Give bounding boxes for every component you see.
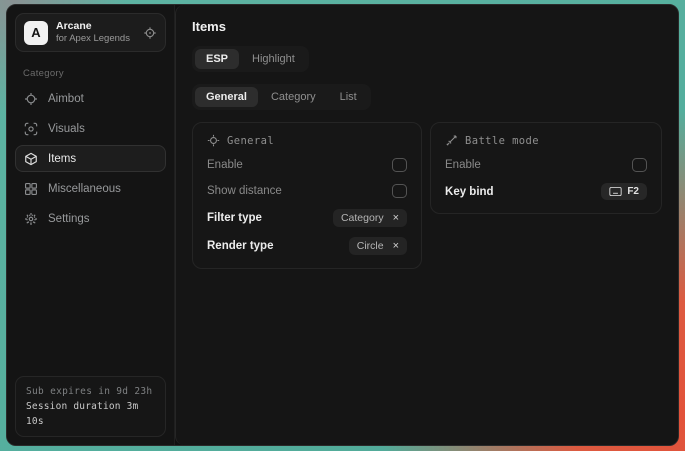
mode-tabs: ESP Highlight — [192, 46, 309, 72]
page-title: Items — [192, 19, 662, 34]
setting-label: Render type — [207, 240, 273, 252]
general-card: General Enable Show distance Filter type… — [192, 122, 422, 269]
sub-expiry-text: Sub expires in 9d 23h — [26, 384, 155, 399]
card-title: General — [227, 135, 274, 147]
general-card-header: General — [207, 134, 407, 147]
sidebar-item-aimbot[interactable]: Aimbot — [15, 85, 166, 112]
setting-row: Render type Circle × — [207, 237, 407, 255]
tab-highlight[interactable]: Highlight — [241, 49, 306, 69]
battle-enable-checkbox[interactable] — [632, 158, 647, 172]
brand-subtitle: for Apex Legends — [56, 33, 135, 45]
setting-row: Enable — [207, 157, 407, 173]
keybind-value: F2 — [627, 186, 639, 197]
app-logo: A — [24, 21, 48, 45]
sidebar-item-label: Settings — [48, 213, 90, 225]
setting-label: Enable — [207, 159, 243, 171]
cube-icon — [24, 152, 38, 166]
keyboard-icon — [609, 186, 622, 197]
app-window: A Arcane for Apex Legends Category — [6, 4, 679, 446]
card-title: Battle mode — [465, 135, 539, 147]
sidebar-item-label: Miscellaneous — [48, 183, 121, 195]
gear-icon — [24, 212, 38, 226]
sidebar-item-label: Aimbot — [48, 93, 84, 105]
setting-row: Key bind F2 — [445, 183, 647, 200]
tab-esp[interactable]: ESP — [195, 49, 239, 69]
filter-type-select[interactable]: Category × — [333, 209, 407, 227]
close-icon[interactable]: × — [393, 241, 399, 252]
cards-row: General Enable Show distance Filter type… — [192, 122, 662, 269]
tab-general[interactable]: General — [195, 87, 258, 107]
sidebar-item-miscellaneous[interactable]: Miscellaneous — [15, 175, 166, 202]
session-duration-text: Session duration 3m 10s — [26, 399, 155, 429]
sidebar-nav: Aimbot Visuals Items — [15, 85, 166, 232]
viewfinder-icon — [207, 134, 220, 147]
sidebar-item-label: Visuals — [48, 123, 85, 135]
select-value: Circle — [357, 240, 384, 252]
setting-label: Key bind — [445, 186, 494, 198]
battle-mode-card: Battle mode Enable Key bind F2 — [430, 122, 662, 214]
battle-mode-card-header: Battle mode — [445, 134, 647, 147]
sidebar: A Arcane for Apex Legends Category — [7, 5, 175, 445]
sidebar-spacer — [15, 232, 166, 376]
scan-icon — [24, 122, 38, 136]
sub-tabs: General Category List — [192, 84, 371, 110]
keybind-button[interactable]: F2 — [601, 183, 647, 200]
setting-label: Show distance — [207, 185, 282, 197]
setting-row: Enable — [445, 157, 647, 173]
crosshair-icon[interactable] — [143, 26, 157, 40]
brand-title: Arcane — [56, 20, 135, 33]
setting-label: Filter type — [207, 212, 262, 224]
setting-row: Filter type Category × — [207, 209, 407, 227]
grid-icon — [24, 182, 38, 196]
sidebar-section-label: Category — [23, 68, 160, 79]
main-panel: Items ESP Highlight General Category Lis… — [175, 5, 678, 445]
enable-checkbox[interactable] — [392, 158, 407, 172]
sidebar-item-settings[interactable]: Settings — [15, 205, 166, 232]
select-value: Category — [341, 212, 384, 224]
show-distance-checkbox[interactable] — [392, 184, 407, 198]
tab-category[interactable]: Category — [260, 87, 327, 107]
setting-row: Show distance — [207, 183, 407, 199]
sidebar-item-items[interactable]: Items — [15, 145, 166, 172]
sidebar-item-visuals[interactable]: Visuals — [15, 115, 166, 142]
sidebar-item-label: Items — [48, 153, 76, 165]
setting-label: Enable — [445, 159, 481, 171]
close-icon[interactable]: × — [393, 213, 399, 224]
brand-text: Arcane for Apex Legends — [56, 20, 135, 45]
brand-card: A Arcane for Apex Legends — [15, 13, 166, 52]
tab-list[interactable]: List — [329, 87, 368, 107]
sword-icon — [445, 134, 458, 147]
crosshair-icon — [24, 92, 38, 106]
subscription-card: Sub expires in 9d 23h Session duration 3… — [15, 376, 166, 437]
render-type-select[interactable]: Circle × — [349, 237, 407, 255]
